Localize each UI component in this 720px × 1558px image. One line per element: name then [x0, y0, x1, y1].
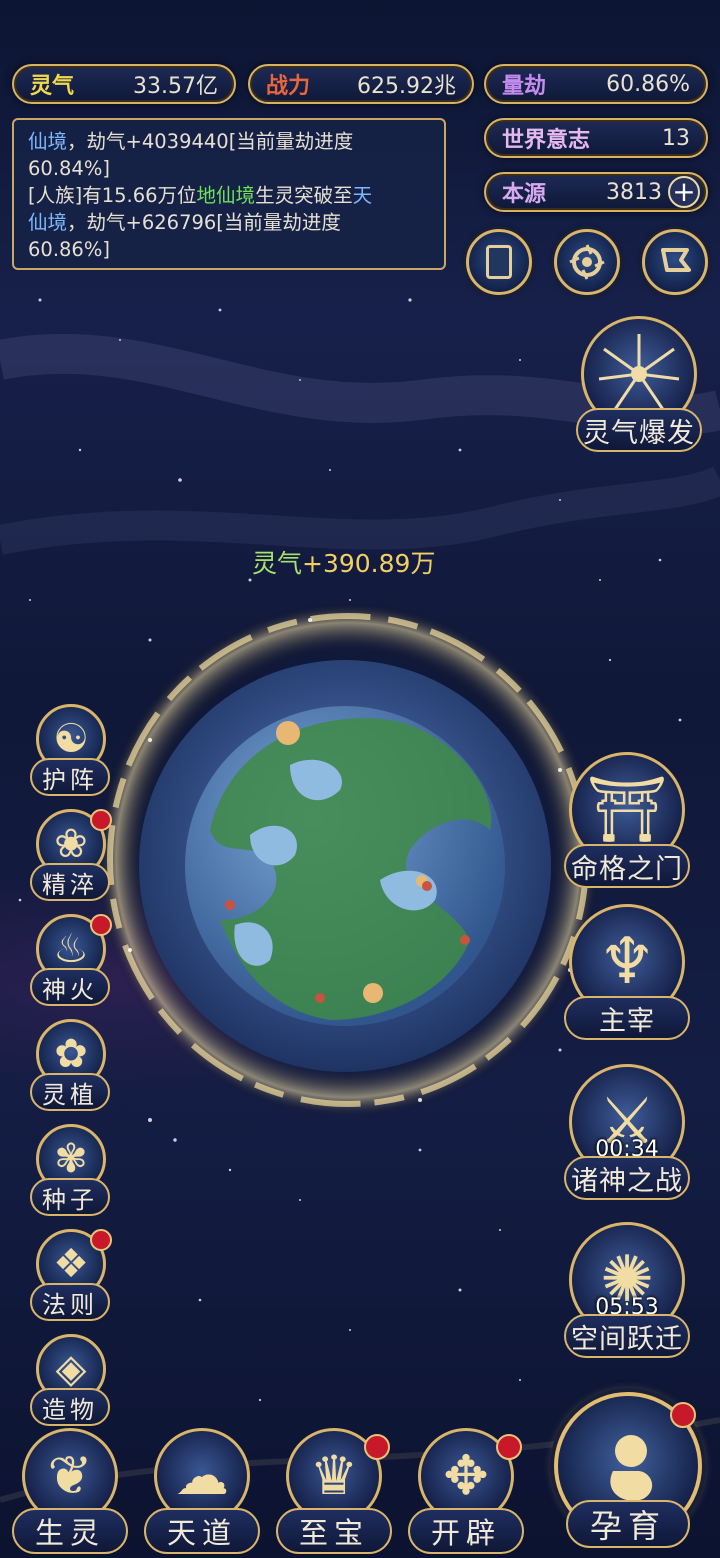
- side-button-5[interactable]: ✾ 种子: [24, 1124, 114, 1218]
- swirl-icon: [569, 244, 605, 280]
- liangjie-stat: 量劫 60.86%: [484, 64, 708, 104]
- bottom-button-label: 生灵: [12, 1508, 128, 1554]
- log-highlight: 仙境: [28, 211, 68, 234]
- right-button-2[interactable]: ♆ 主宰: [562, 904, 692, 1040]
- dragon-icon: ♆: [598, 925, 656, 999]
- shijie-label: 世界意志: [502, 128, 591, 153]
- flower-icon: ✾: [54, 1136, 88, 1182]
- fire-icon: ♨: [53, 926, 89, 972]
- right-button-label: 主宰: [564, 996, 690, 1040]
- swirl-button[interactable]: [554, 229, 620, 295]
- side-button-label: 精淬: [30, 863, 110, 901]
- log-line: 60.84%]: [28, 157, 110, 180]
- notification-badge: [90, 1229, 112, 1251]
- side-button-7[interactable]: ◈ 造物: [24, 1334, 114, 1428]
- benyuan-label: 本源: [502, 182, 547, 207]
- flame-lotus-icon: ❀: [54, 821, 88, 867]
- axe-icon: ✥: [443, 1444, 489, 1507]
- right-button-label: 命格之门: [564, 844, 690, 888]
- notification-badge: [90, 809, 112, 831]
- plant-icon: ✿: [54, 1031, 88, 1077]
- event-log: 仙境，劫气+4039440[当前量劫进度 60.84%] [人族]有15.66万…: [12, 118, 446, 270]
- lingqi-value: 33.57亿: [133, 74, 218, 99]
- diamond-icon: ◈: [55, 1346, 87, 1392]
- notification-badge: [496, 1434, 522, 1460]
- zhanli-value: 625.92兆: [357, 74, 456, 99]
- benyuan-value: 3813: [606, 179, 662, 205]
- liangjie-label: 量劫: [502, 74, 547, 99]
- notification-badge: [670, 1402, 696, 1428]
- cards-icon: [486, 245, 512, 279]
- right-button-4[interactable]: ✺ 05:53 空间跃迁: [562, 1222, 692, 1358]
- life-icon: ❦: [47, 1444, 93, 1507]
- treasure-icon: ♛: [309, 1444, 359, 1507]
- benyuan-stat[interactable]: 本源 3813 +: [484, 172, 708, 212]
- flag-icon: [661, 248, 691, 272]
- log-line: [人族]有15.66万位: [28, 184, 197, 207]
- gain-value: +390.89万: [302, 549, 436, 578]
- log-highlight: 天: [352, 184, 373, 207]
- yinyang-icon: ☯: [53, 716, 89, 762]
- burst-label: 灵气爆发: [576, 408, 702, 452]
- right-button-3[interactable]: ⚔ 00:34 诸神之战: [562, 1064, 692, 1200]
- notification-badge: [364, 1434, 390, 1460]
- cards-button[interactable]: [466, 229, 532, 295]
- side-button-label: 神火: [30, 968, 110, 1006]
- lingqi-burst-button[interactable]: 灵气爆发: [574, 316, 704, 452]
- gain-prefix: 灵气: [252, 549, 303, 578]
- side-button-2[interactable]: ❀ 精淬: [24, 809, 114, 903]
- planet[interactable]: [90, 590, 610, 1130]
- right-button-label: 诸神之战: [564, 1156, 690, 1200]
- flag-button[interactable]: [642, 229, 708, 295]
- bottom-button-4[interactable]: ✥ 开辟: [404, 1428, 528, 1558]
- bottom-button-3[interactable]: ♛ 至宝: [272, 1428, 396, 1558]
- embryo-icon: [610, 1435, 653, 1501]
- burst-icon: [598, 334, 680, 412]
- side-button-1[interactable]: ☯ 护阵: [24, 704, 114, 798]
- log-line: ，劫气+4039440[当前量劫进度: [67, 130, 354, 153]
- lingqi-label: 灵气: [30, 74, 75, 99]
- log-line: 60.86%]: [28, 238, 110, 261]
- log-line: ，劫气+626796[当前量劫进度: [67, 211, 341, 234]
- bottom-button-2[interactable]: ☁ 天道: [140, 1428, 264, 1558]
- log-highlight: 仙境: [28, 130, 68, 153]
- right-button-1[interactable]: ⛩ 命格之门: [562, 752, 692, 888]
- liangjie-value: 60.86%: [606, 71, 690, 97]
- notification-badge: [90, 914, 112, 936]
- side-button-label: 灵植: [30, 1073, 110, 1111]
- rune-icon: ❖: [53, 1241, 89, 1287]
- shijie-value: 13: [662, 125, 690, 151]
- yuyu-button[interactable]: 孕育: [548, 1392, 718, 1558]
- bottom-button-1[interactable]: ❦ 生灵: [8, 1428, 132, 1558]
- bottom-button-label: 至宝: [276, 1508, 392, 1554]
- bottom-button-label: 开辟: [408, 1508, 524, 1554]
- side-button-label: 法则: [30, 1283, 110, 1321]
- log-line: 生灵突破至: [255, 184, 353, 207]
- plus-icon[interactable]: +: [668, 176, 700, 208]
- shijie-stat: 世界意志 13: [484, 118, 708, 158]
- gate-icon: ⛩: [586, 773, 668, 847]
- side-button-3[interactable]: ♨ 神火: [24, 914, 114, 1008]
- side-button-6[interactable]: ❖ 法则: [24, 1229, 114, 1323]
- side-button-label: 护阵: [30, 758, 110, 796]
- cloud-icon: ☁: [175, 1444, 229, 1507]
- side-button-label: 种子: [30, 1178, 110, 1216]
- side-button-label: 造物: [30, 1388, 110, 1426]
- lingqi-gain: 灵气+390.89万: [252, 544, 435, 580]
- zhanli-stat: 战力 625.92兆: [248, 64, 474, 104]
- log-highlight: 地仙境: [196, 184, 256, 207]
- right-button-label: 空间跃迁: [564, 1314, 690, 1358]
- bottom-button-label: 天道: [144, 1508, 260, 1554]
- lingqi-stat: 灵气 33.57亿: [12, 64, 236, 104]
- side-button-4[interactable]: ✿ 灵植: [24, 1019, 114, 1113]
- yuyu-label: 孕育: [566, 1500, 690, 1548]
- zhanli-label: 战力: [266, 74, 311, 99]
